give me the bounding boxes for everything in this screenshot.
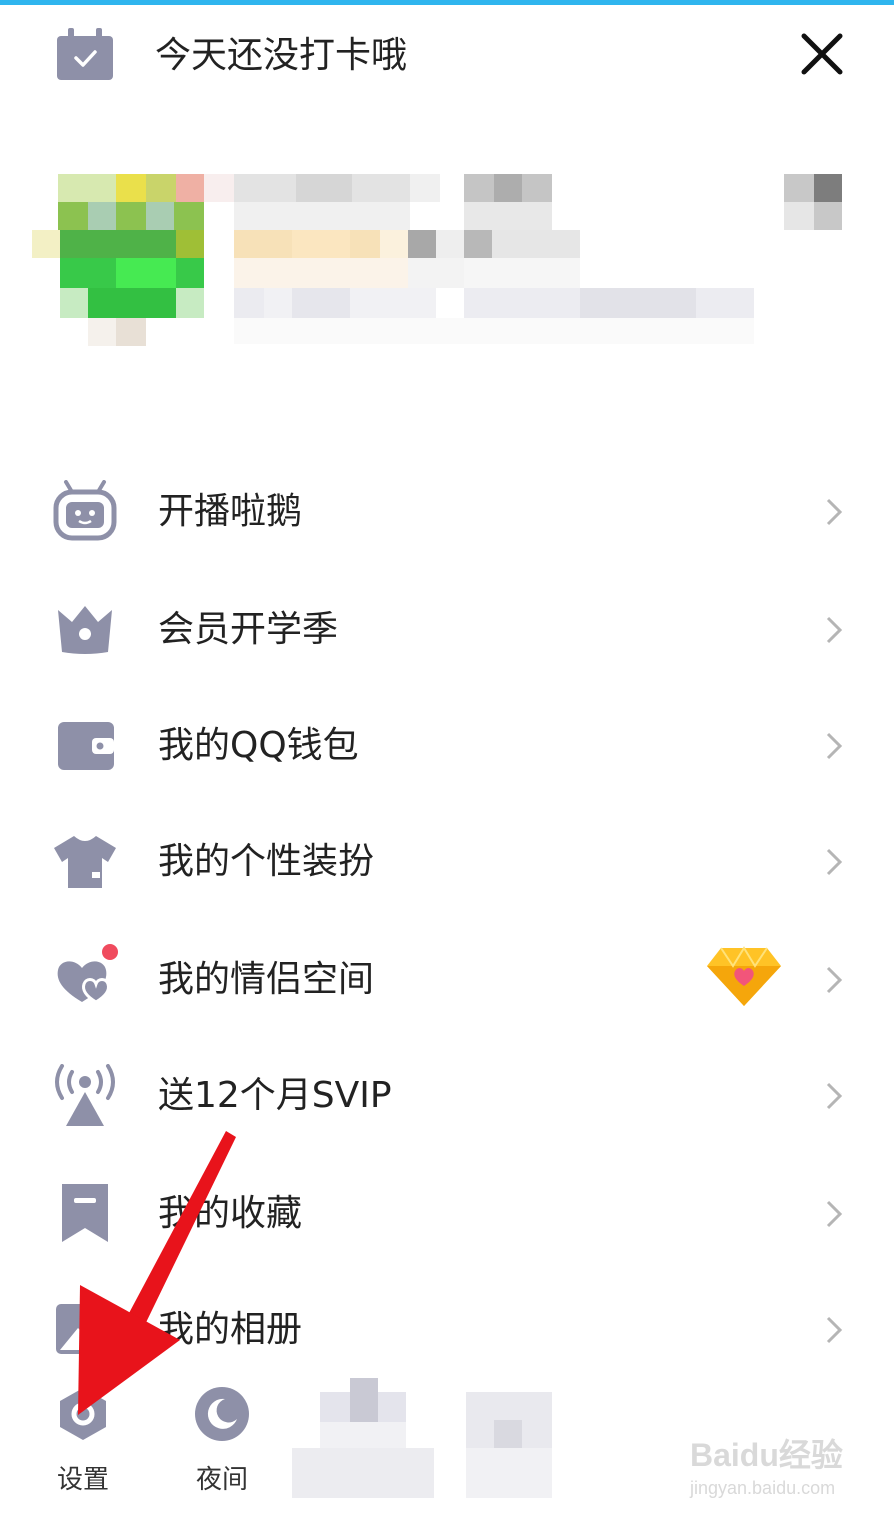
settings-button[interactable]: 设置 <box>38 1385 128 1515</box>
bookmark-icon <box>62 1184 108 1242</box>
menu-item-label: 开播啦鹅 <box>158 491 303 532</box>
chevron-right-icon <box>826 1316 843 1344</box>
night-mode-button[interactable]: 夜间 <box>177 1385 267 1515</box>
menu-item-dressup[interactable]: 我的个性装扮 <box>0 812 894 912</box>
qq-side-drawer: 今天还没打卡哦 开播啦鹅 会员开学季 我的QQ钱包 我的个性装扮 我的情侣空间 … <box>0 0 894 1536</box>
photo-icon <box>56 1304 114 1354</box>
menu-item-svip-gift[interactable]: 送12个月SVIP <box>0 1046 894 1146</box>
menu-item-label: 我的相册 <box>158 1309 303 1350</box>
chevron-right-icon <box>826 732 843 760</box>
diamond-heart-icon <box>707 946 781 1006</box>
menu-item-couple-space[interactable]: 我的情侣空间 <box>0 930 894 1030</box>
close-icon[interactable] <box>796 28 848 80</box>
notification-badge <box>102 944 118 960</box>
menu-item-label: 送12个月SVIP <box>158 1075 392 1116</box>
menu-item-live[interactable]: 开播啦鹅 <box>0 462 894 562</box>
tshirt-icon <box>54 836 116 888</box>
crown-icon <box>58 606 112 654</box>
moon-icon <box>195 1387 249 1441</box>
menu-item-label: 我的个性装扮 <box>158 841 375 882</box>
wallet-icon <box>58 722 114 770</box>
chevron-right-icon <box>826 616 843 644</box>
broadcast-tower-icon <box>55 1064 115 1126</box>
top-accent-strip <box>0 0 894 5</box>
checkin-label: 今天还没打卡哦 <box>155 35 408 76</box>
menu-item-wallet[interactable]: 我的QQ钱包 <box>0 696 894 796</box>
chevron-right-icon <box>826 1082 843 1110</box>
calendar-check-icon <box>57 28 113 80</box>
menu-item-label: 我的收藏 <box>158 1193 303 1234</box>
chevron-right-icon <box>826 966 843 994</box>
menu-item-label: 会员开学季 <box>158 609 339 650</box>
chevron-right-icon <box>826 498 843 526</box>
tv-robot-icon <box>53 480 117 541</box>
settings-hex-icon <box>60 1388 106 1440</box>
menu-item-favorites[interactable]: 我的收藏 <box>0 1164 894 1264</box>
watermark-url: jingyan.baidu.com <box>690 1478 836 1498</box>
profile-card-pixelated[interactable] <box>28 170 868 360</box>
menu-item-album[interactable]: 我的相册 <box>0 1280 894 1380</box>
watermark-brand: Baidu经验 <box>690 1437 843 1473</box>
menu-item-membership[interactable]: 会员开学季 <box>0 580 894 680</box>
menu-item-label: 我的QQ钱包 <box>158 725 359 766</box>
hearts-icon <box>57 944 118 1004</box>
settings-label: 设置 <box>56 1465 109 1495</box>
chevron-right-icon <box>826 848 843 876</box>
baidu-watermark: Baidu经验 jingyan.baidu.com <box>680 1430 860 1520</box>
chevron-right-icon <box>826 1200 843 1228</box>
menu-item-label: 我的情侣空间 <box>158 959 375 1000</box>
night-mode-label: 夜间 <box>195 1465 248 1495</box>
